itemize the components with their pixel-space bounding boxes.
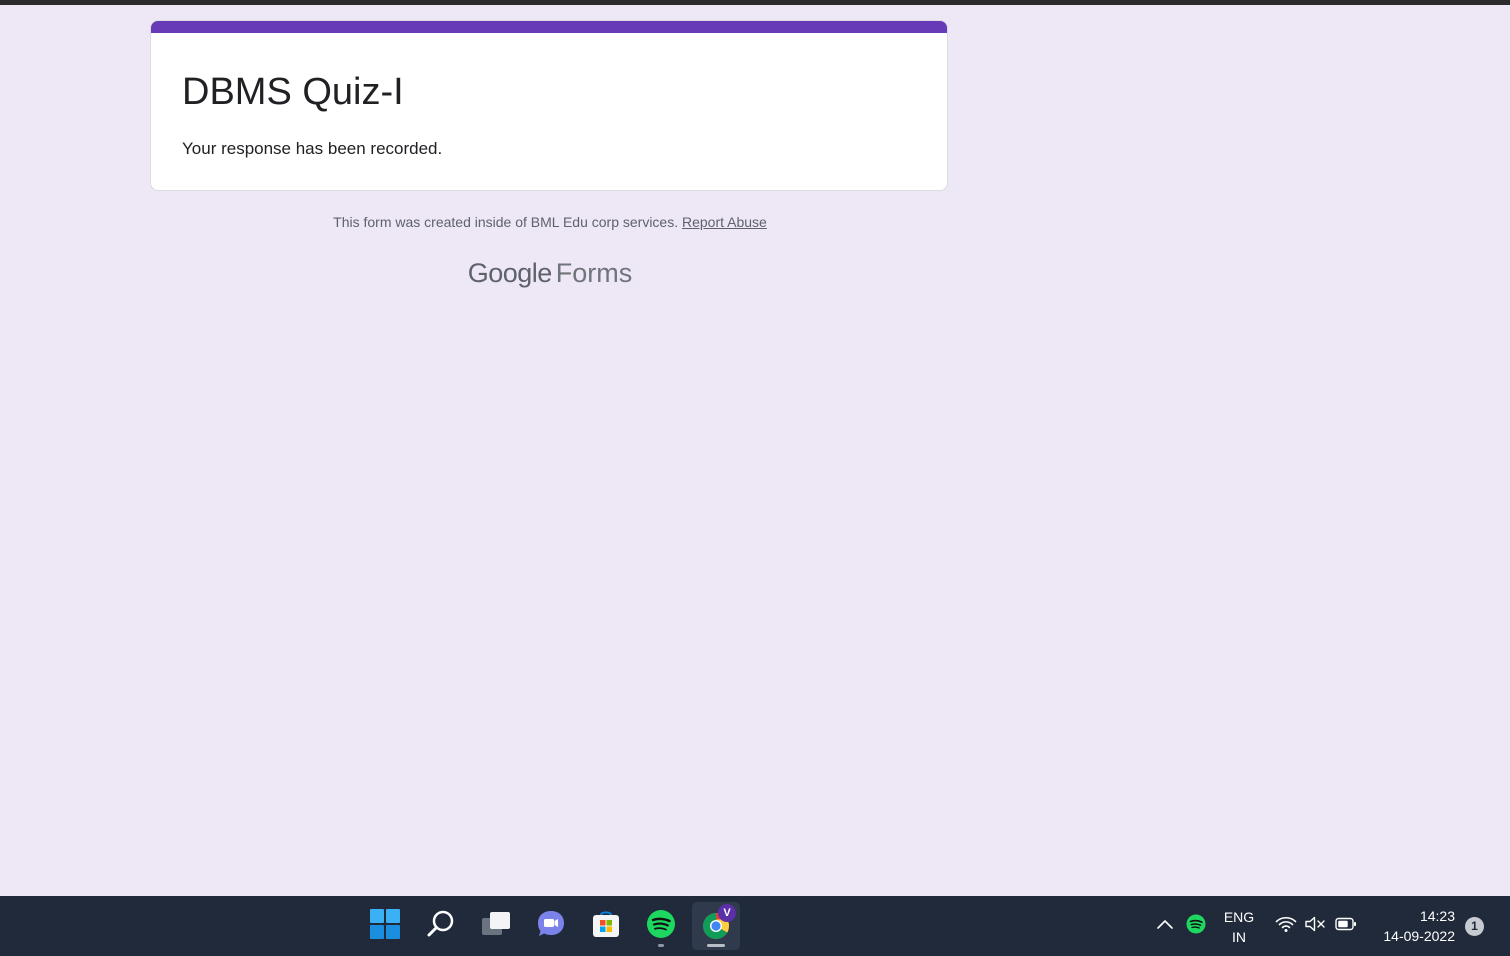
form-confirmation-card: DBMS Quiz-I Your response has been recor… [150, 20, 948, 191]
teams-chat-icon [536, 909, 566, 944]
language-code: ENG [1223, 909, 1255, 925]
form-title: DBMS Quiz-I [182, 71, 404, 113]
spotify-button[interactable] [637, 902, 685, 950]
clock[interactable]: 14:23 14-09-2022 [1365, 906, 1455, 946]
language-indicator[interactable]: ENG IN [1218, 907, 1260, 947]
show-hidden-icons-button[interactable] [1153, 896, 1177, 956]
wifi-icon [1275, 915, 1297, 938]
chrome-button[interactable]: V [692, 902, 740, 950]
chrome-icon: V [701, 904, 736, 941]
footer-note-text: This form was created inside of BML Edu … [333, 214, 679, 230]
battery-icon [1335, 917, 1357, 936]
notification-count-badge[interactable]: 1 [1465, 917, 1484, 936]
spotify-tray-icon [1186, 914, 1206, 939]
profile-badge: V [718, 904, 736, 922]
active-app-indicator [707, 944, 725, 947]
windows-start-icon [370, 908, 400, 944]
google-wordmark: Google [467, 258, 553, 288]
spotify-icon [646, 909, 676, 944]
forms-wordmark: Forms [555, 258, 633, 288]
search-icon [426, 909, 456, 944]
chevron-up-icon [1156, 917, 1174, 935]
report-abuse-link[interactable]: Report Abuse [682, 214, 767, 230]
clock-date: 14-09-2022 [1383, 928, 1455, 944]
battery-status[interactable] [1333, 896, 1359, 956]
clock-time: 14:23 [1419, 908, 1455, 924]
start-button[interactable] [361, 902, 409, 950]
task-view-button[interactable] [472, 902, 520, 950]
volume-muted-icon [1304, 915, 1326, 938]
confirmation-message: Your response has been recorded. [182, 139, 443, 158]
search-button[interactable] [417, 902, 465, 950]
taskbar: V ENG IN 14:23 14-09-2022 1 [0, 896, 1510, 956]
teams-chat-button[interactable] [527, 902, 575, 950]
task-view-icon [480, 910, 512, 943]
store-icon [591, 909, 621, 944]
tray-spotify[interactable] [1184, 896, 1208, 956]
running-indicator [658, 944, 664, 947]
google-forms-logo[interactable]: Google Forms [150, 255, 950, 291]
browser-top-edge [0, 0, 1510, 5]
region-code: IN [1232, 929, 1246, 945]
form-accent-bar [151, 21, 947, 33]
microsoft-store-button[interactable] [582, 902, 630, 950]
volume-status[interactable] [1302, 896, 1328, 956]
wifi-status[interactable] [1273, 896, 1299, 956]
form-footer-note: This form was created inside of BML Edu … [150, 212, 950, 232]
